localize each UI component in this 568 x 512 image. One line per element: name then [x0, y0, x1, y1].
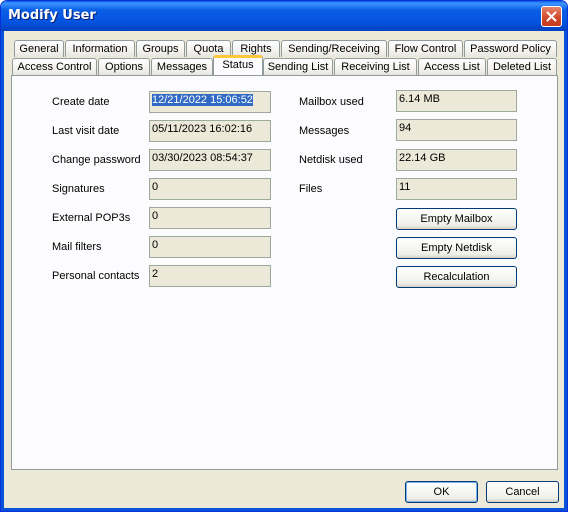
create-date-label: Create date	[52, 96, 110, 108]
close-button[interactable]	[541, 6, 562, 27]
status-panel: Create date 12/21/2022 15:06:52 Last vis…	[11, 75, 558, 470]
tab-access-control[interactable]: Access Control	[12, 58, 97, 75]
tab-groups[interactable]: Groups	[136, 40, 185, 57]
tab-receiving-list[interactable]: Receiving List	[334, 58, 417, 75]
tab-options[interactable]: Options	[98, 58, 150, 75]
tab-flow-control[interactable]: Flow Control	[388, 40, 463, 57]
external-pop3s-label: External POP3s	[52, 212, 131, 224]
last-visit-date-label: Last visit date	[52, 125, 120, 137]
tab-messages[interactable]: Messages	[151, 58, 213, 75]
external-pop3s-field[interactable]: 0	[149, 207, 271, 229]
mail-filters-label: Mail filters	[52, 241, 102, 253]
tab-general[interactable]: General	[14, 40, 64, 57]
window-title: Modify User	[8, 8, 96, 23]
last-visit-date-field[interactable]: 05/11/2023 16:02:16	[149, 120, 271, 142]
tab-sending-receiving[interactable]: Sending/Receiving	[281, 40, 387, 57]
tab-status[interactable]: Status	[213, 55, 263, 75]
recalculation-button[interactable]: Recalculation	[396, 266, 517, 288]
modify-user-dialog: Modify User General Information Groups Q…	[0, 0, 568, 512]
title-bar[interactable]: Modify User	[1, 1, 567, 31]
cancel-button[interactable]: Cancel	[486, 481, 559, 503]
tab-information[interactable]: Information	[65, 40, 135, 57]
change-password-label: Change password	[52, 154, 141, 166]
personal-contacts-field[interactable]: 2	[149, 265, 271, 287]
tab-deleted-list[interactable]: Deleted List	[487, 58, 557, 75]
tab-sending-list[interactable]: Sending List	[263, 58, 333, 75]
netdisk-used-field[interactable]: 22.14 GB	[396, 149, 517, 171]
tab-access-list[interactable]: Access List	[418, 58, 486, 75]
ok-button[interactable]: OK	[405, 481, 478, 503]
mailbox-used-label: Mailbox used	[299, 96, 364, 108]
empty-netdisk-button[interactable]: Empty Netdisk	[396, 237, 517, 259]
messages-field[interactable]: 94	[396, 119, 517, 141]
tab-password-policy[interactable]: Password Policy	[464, 40, 557, 57]
netdisk-used-label: Netdisk used	[299, 154, 363, 166]
messages-label: Messages	[299, 125, 350, 137]
mail-filters-field[interactable]: 0	[149, 236, 271, 258]
mailbox-used-field[interactable]: 6.14 MB	[396, 90, 517, 112]
files-field[interactable]: 11	[396, 178, 517, 200]
change-password-field[interactable]: 03/30/2023 08:54:37	[149, 149, 271, 171]
signatures-label: Signatures	[52, 183, 105, 195]
files-label: Files	[299, 183, 323, 195]
empty-mailbox-button[interactable]: Empty Mailbox	[396, 208, 517, 230]
signatures-field[interactable]: 0	[149, 178, 271, 200]
create-date-field[interactable]: 12/21/2022 15:06:52	[149, 91, 271, 113]
close-icon	[546, 11, 557, 22]
personal-contacts-label: Personal contacts	[52, 270, 140, 282]
